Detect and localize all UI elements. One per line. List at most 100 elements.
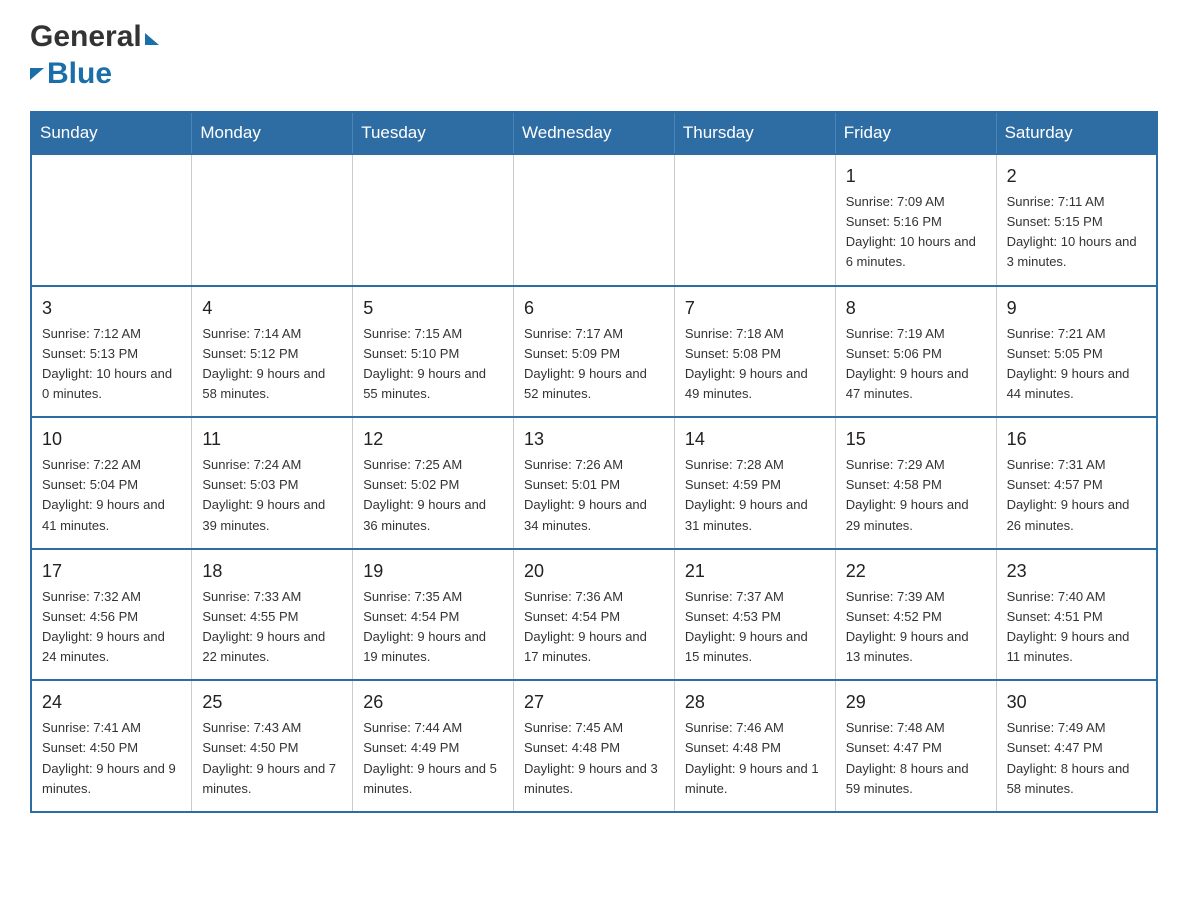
calendar-cell: 6Sunrise: 7:17 AM Sunset: 5:09 PM Daylig…	[514, 286, 675, 418]
calendar-cell: 27Sunrise: 7:45 AM Sunset: 4:48 PM Dayli…	[514, 680, 675, 812]
calendar-cell	[31, 154, 192, 286]
calendar-cell: 18Sunrise: 7:33 AM Sunset: 4:55 PM Dayli…	[192, 549, 353, 681]
day-info: Sunrise: 7:09 AM Sunset: 5:16 PM Dayligh…	[846, 192, 986, 273]
day-info: Sunrise: 7:45 AM Sunset: 4:48 PM Dayligh…	[524, 718, 664, 799]
logo-tri1-icon	[145, 33, 159, 45]
calendar-cell	[674, 154, 835, 286]
day-info: Sunrise: 7:36 AM Sunset: 4:54 PM Dayligh…	[524, 587, 664, 668]
logo-general-text: General	[30, 20, 142, 55]
col-tuesday: Tuesday	[353, 112, 514, 154]
day-number: 30	[1007, 689, 1146, 716]
calendar-cell: 9Sunrise: 7:21 AM Sunset: 5:05 PM Daylig…	[996, 286, 1157, 418]
day-number: 19	[363, 558, 503, 585]
day-info: Sunrise: 7:12 AM Sunset: 5:13 PM Dayligh…	[42, 324, 181, 405]
col-sunday: Sunday	[31, 112, 192, 154]
day-number: 28	[685, 689, 825, 716]
calendar-cell: 3Sunrise: 7:12 AM Sunset: 5:13 PM Daylig…	[31, 286, 192, 418]
calendar-week-1: 1Sunrise: 7:09 AM Sunset: 5:16 PM Daylig…	[31, 154, 1157, 286]
calendar-week-2: 3Sunrise: 7:12 AM Sunset: 5:13 PM Daylig…	[31, 286, 1157, 418]
calendar-week-4: 17Sunrise: 7:32 AM Sunset: 4:56 PM Dayli…	[31, 549, 1157, 681]
day-info: Sunrise: 7:11 AM Sunset: 5:15 PM Dayligh…	[1007, 192, 1146, 273]
calendar-cell: 13Sunrise: 7:26 AM Sunset: 5:01 PM Dayli…	[514, 417, 675, 549]
calendar-cell	[192, 154, 353, 286]
day-number: 4	[202, 295, 342, 322]
calendar-cell: 19Sunrise: 7:35 AM Sunset: 4:54 PM Dayli…	[353, 549, 514, 681]
calendar-cell: 20Sunrise: 7:36 AM Sunset: 4:54 PM Dayli…	[514, 549, 675, 681]
day-number: 24	[42, 689, 181, 716]
day-info: Sunrise: 7:32 AM Sunset: 4:56 PM Dayligh…	[42, 587, 181, 668]
day-number: 3	[42, 295, 181, 322]
col-saturday: Saturday	[996, 112, 1157, 154]
day-info: Sunrise: 7:49 AM Sunset: 4:47 PM Dayligh…	[1007, 718, 1146, 799]
day-info: Sunrise: 7:31 AM Sunset: 4:57 PM Dayligh…	[1007, 455, 1146, 536]
day-info: Sunrise: 7:24 AM Sunset: 5:03 PM Dayligh…	[202, 455, 342, 536]
day-number: 26	[363, 689, 503, 716]
page: GeneralBlue Sunday Monday Tuesday Wednes…	[0, 0, 1188, 843]
calendar-week-5: 24Sunrise: 7:41 AM Sunset: 4:50 PM Dayli…	[31, 680, 1157, 812]
day-number: 7	[685, 295, 825, 322]
calendar-body: 1Sunrise: 7:09 AM Sunset: 5:16 PM Daylig…	[31, 154, 1157, 812]
calendar-cell: 15Sunrise: 7:29 AM Sunset: 4:58 PM Dayli…	[835, 417, 996, 549]
calendar-cell: 12Sunrise: 7:25 AM Sunset: 5:02 PM Dayli…	[353, 417, 514, 549]
day-number: 20	[524, 558, 664, 585]
day-info: Sunrise: 7:18 AM Sunset: 5:08 PM Dayligh…	[685, 324, 825, 405]
day-number: 2	[1007, 163, 1146, 190]
day-info: Sunrise: 7:48 AM Sunset: 4:47 PM Dayligh…	[846, 718, 986, 799]
day-number: 6	[524, 295, 664, 322]
calendar-cell: 30Sunrise: 7:49 AM Sunset: 4:47 PM Dayli…	[996, 680, 1157, 812]
day-number: 23	[1007, 558, 1146, 585]
calendar-cell: 8Sunrise: 7:19 AM Sunset: 5:06 PM Daylig…	[835, 286, 996, 418]
calendar-cell: 22Sunrise: 7:39 AM Sunset: 4:52 PM Dayli…	[835, 549, 996, 681]
day-number: 9	[1007, 295, 1146, 322]
day-number: 27	[524, 689, 664, 716]
calendar-cell: 17Sunrise: 7:32 AM Sunset: 4:56 PM Dayli…	[31, 549, 192, 681]
day-number: 29	[846, 689, 986, 716]
col-monday: Monday	[192, 112, 353, 154]
day-info: Sunrise: 7:21 AM Sunset: 5:05 PM Dayligh…	[1007, 324, 1146, 405]
day-info: Sunrise: 7:22 AM Sunset: 5:04 PM Dayligh…	[42, 455, 181, 536]
col-friday: Friday	[835, 112, 996, 154]
day-number: 13	[524, 426, 664, 453]
calendar-cell: 11Sunrise: 7:24 AM Sunset: 5:03 PM Dayli…	[192, 417, 353, 549]
calendar-cell	[353, 154, 514, 286]
calendar-cell: 7Sunrise: 7:18 AM Sunset: 5:08 PM Daylig…	[674, 286, 835, 418]
logo-tri2-icon	[30, 68, 44, 80]
calendar-cell: 25Sunrise: 7:43 AM Sunset: 4:50 PM Dayli…	[192, 680, 353, 812]
day-info: Sunrise: 7:40 AM Sunset: 4:51 PM Dayligh…	[1007, 587, 1146, 668]
day-number: 10	[42, 426, 181, 453]
day-info: Sunrise: 7:25 AM Sunset: 5:02 PM Dayligh…	[363, 455, 503, 536]
calendar-cell	[514, 154, 675, 286]
calendar-header: Sunday Monday Tuesday Wednesday Thursday…	[31, 112, 1157, 154]
calendar-cell: 23Sunrise: 7:40 AM Sunset: 4:51 PM Dayli…	[996, 549, 1157, 681]
day-info: Sunrise: 7:15 AM Sunset: 5:10 PM Dayligh…	[363, 324, 503, 405]
logo-blue-text: Blue	[47, 57, 112, 92]
header-row: Sunday Monday Tuesday Wednesday Thursday…	[31, 112, 1157, 154]
calendar-cell: 28Sunrise: 7:46 AM Sunset: 4:48 PM Dayli…	[674, 680, 835, 812]
day-info: Sunrise: 7:39 AM Sunset: 4:52 PM Dayligh…	[846, 587, 986, 668]
calendar-cell: 29Sunrise: 7:48 AM Sunset: 4:47 PM Dayli…	[835, 680, 996, 812]
calendar-cell: 14Sunrise: 7:28 AM Sunset: 4:59 PM Dayli…	[674, 417, 835, 549]
day-info: Sunrise: 7:26 AM Sunset: 5:01 PM Dayligh…	[524, 455, 664, 536]
day-number: 14	[685, 426, 825, 453]
logo: GeneralBlue	[30, 20, 159, 91]
calendar-table: Sunday Monday Tuesday Wednesday Thursday…	[30, 111, 1158, 813]
day-info: Sunrise: 7:43 AM Sunset: 4:50 PM Dayligh…	[202, 718, 342, 799]
calendar-week-3: 10Sunrise: 7:22 AM Sunset: 5:04 PM Dayli…	[31, 417, 1157, 549]
day-number: 22	[846, 558, 986, 585]
calendar-cell: 26Sunrise: 7:44 AM Sunset: 4:49 PM Dayli…	[353, 680, 514, 812]
day-info: Sunrise: 7:41 AM Sunset: 4:50 PM Dayligh…	[42, 718, 181, 799]
calendar-cell: 10Sunrise: 7:22 AM Sunset: 5:04 PM Dayli…	[31, 417, 192, 549]
calendar-cell: 2Sunrise: 7:11 AM Sunset: 5:15 PM Daylig…	[996, 154, 1157, 286]
calendar-cell: 24Sunrise: 7:41 AM Sunset: 4:50 PM Dayli…	[31, 680, 192, 812]
calendar-cell: 5Sunrise: 7:15 AM Sunset: 5:10 PM Daylig…	[353, 286, 514, 418]
col-thursday: Thursday	[674, 112, 835, 154]
day-number: 1	[846, 163, 986, 190]
day-info: Sunrise: 7:19 AM Sunset: 5:06 PM Dayligh…	[846, 324, 986, 405]
day-info: Sunrise: 7:14 AM Sunset: 5:12 PM Dayligh…	[202, 324, 342, 405]
day-number: 15	[846, 426, 986, 453]
day-info: Sunrise: 7:37 AM Sunset: 4:53 PM Dayligh…	[685, 587, 825, 668]
day-number: 25	[202, 689, 342, 716]
day-number: 8	[846, 295, 986, 322]
day-info: Sunrise: 7:46 AM Sunset: 4:48 PM Dayligh…	[685, 718, 825, 799]
header: GeneralBlue	[30, 20, 1158, 91]
